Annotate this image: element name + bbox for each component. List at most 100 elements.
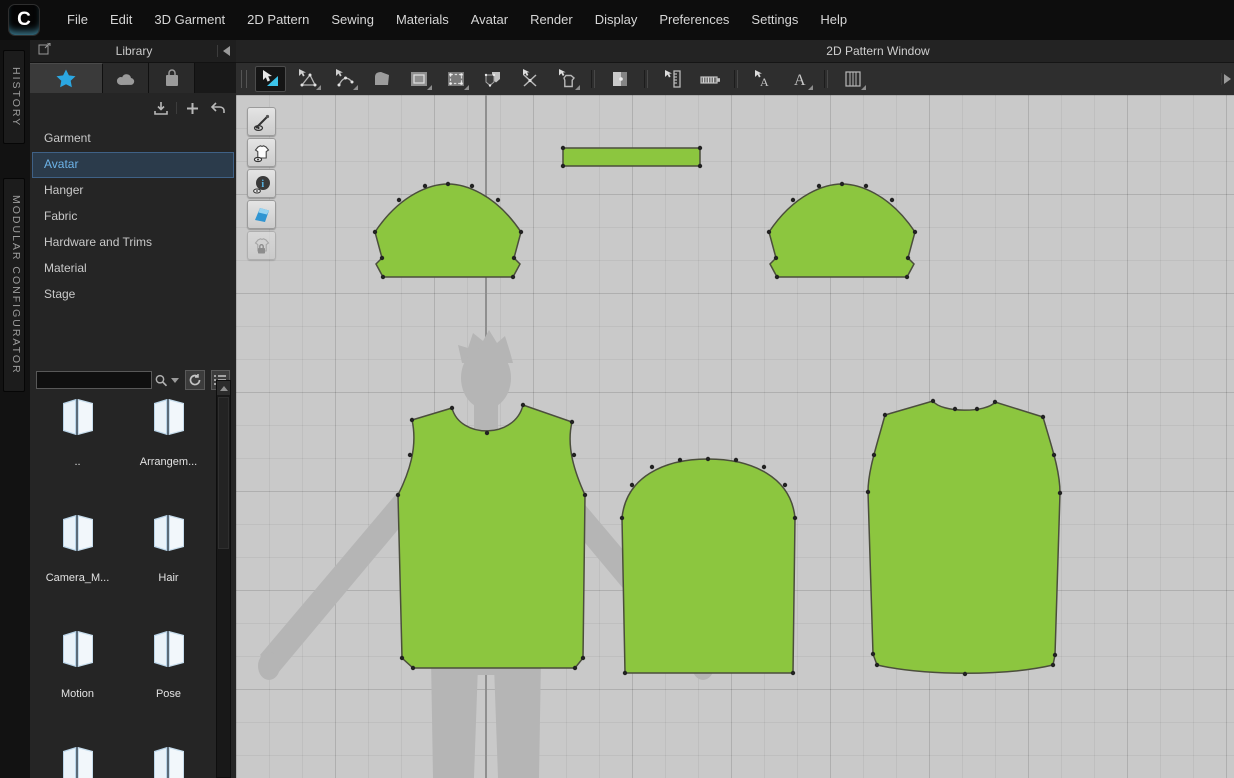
download-button[interactable] xyxy=(151,100,171,117)
menu-sewing[interactable]: Sewing xyxy=(320,0,385,40)
folder-icon xyxy=(62,631,93,667)
show-pattern-mark-button[interactable] xyxy=(247,200,276,229)
menu-2d-pattern[interactable]: 2D Pattern xyxy=(236,0,320,40)
library-scrollbar[interactable] xyxy=(216,380,231,778)
menu-avatar[interactable]: Avatar xyxy=(460,0,519,40)
fold-arrangement-tool-icon[interactable] xyxy=(604,66,635,92)
library-panel: Library Garment Avatar Hanger Fabric Har… xyxy=(30,40,237,778)
folder-icon xyxy=(153,631,184,667)
svg-text:i: i xyxy=(261,179,264,190)
toolbar-handle[interactable] xyxy=(241,70,247,88)
folder-item-motion[interactable]: Motion xyxy=(32,614,123,730)
rectangle-tool-icon[interactable] xyxy=(403,66,434,92)
edit-curvature-tool-icon[interactable] xyxy=(329,66,360,92)
menu-edit[interactable]: Edit xyxy=(99,0,143,40)
folder-item-arrangement[interactable]: Arrangem... xyxy=(123,382,214,498)
menu-preferences[interactable]: Preferences xyxy=(648,0,740,40)
pattern-piece-waistband-strip[interactable] xyxy=(562,147,701,167)
toolbar-overflow[interactable] xyxy=(1221,73,1231,85)
shopping-bag-icon xyxy=(165,69,178,86)
folder-item-hair[interactable]: Hair xyxy=(123,498,214,614)
menu-3d-garment[interactable]: 3D Garment xyxy=(143,0,236,40)
folder-icon xyxy=(62,399,93,435)
folder-label: Motion xyxy=(60,688,95,700)
edit-pattern-tool-icon[interactable] xyxy=(292,66,323,92)
menu-materials[interactable]: Materials xyxy=(385,0,460,40)
tab-cloud[interactable] xyxy=(103,63,149,93)
canvas-display-toolbar: i xyxy=(247,107,276,260)
svg-text:A: A xyxy=(794,72,806,89)
show-information-button[interactable]: i xyxy=(247,169,276,198)
tab-store[interactable] xyxy=(149,63,195,93)
category-hanger[interactable]: Hanger xyxy=(32,178,234,204)
folder-label: Pose xyxy=(155,688,182,700)
category-garment[interactable]: Garment xyxy=(32,126,234,152)
category-material[interactable]: Material xyxy=(32,256,234,282)
dropdown-corner-icon xyxy=(575,85,580,90)
folder-item[interactable] xyxy=(32,730,123,778)
library-folder-grid: .. Arrangem... Camera_M... Hair Motion P… xyxy=(32,382,214,778)
library-category-list: Garment Avatar Hanger Fabric Hardware an… xyxy=(30,121,236,308)
folder-label: Hair xyxy=(158,572,179,584)
collapse-panel-icon[interactable] xyxy=(223,46,230,56)
folder-label: .. xyxy=(74,456,81,468)
library-title: Library xyxy=(115,44,153,58)
category-hardware-and-trims[interactable]: Hardware and Trims xyxy=(32,230,234,256)
annotation-edit-tool-icon[interactable]: A xyxy=(747,66,778,92)
tab-favorites[interactable] xyxy=(30,63,103,93)
menu-help[interactable]: Help xyxy=(809,0,858,40)
grainline-tool-icon[interactable] xyxy=(837,66,868,92)
library-tabs xyxy=(30,63,236,93)
tab-modular-configurator[interactable]: MODULAR CONFIGURATOR xyxy=(3,178,25,392)
pattern-window: 2D Pattern Window A A i xyxy=(236,40,1234,778)
folder-icon xyxy=(153,515,184,551)
pattern-canvas[interactable]: i xyxy=(236,95,1234,778)
notch-tool-icon[interactable] xyxy=(514,66,545,92)
folder-icon xyxy=(153,399,184,435)
divider xyxy=(217,45,218,57)
back-button[interactable] xyxy=(207,100,227,117)
tape-measure-tool-icon[interactable] xyxy=(694,66,725,92)
polygon-internal-tool-icon[interactable] xyxy=(440,66,471,92)
app-logo[interactable]: C xyxy=(8,4,40,36)
pattern-piece-hood-panel[interactable] xyxy=(621,458,796,674)
category-fabric[interactable]: Fabric xyxy=(32,204,234,230)
divider xyxy=(176,102,177,114)
toolbar-separator xyxy=(644,70,648,88)
folder-item-pose[interactable]: Pose xyxy=(123,614,214,730)
pattern-piece-left-sleeve[interactable] xyxy=(374,183,522,278)
folder-item-camera[interactable]: Camera_M... xyxy=(32,498,123,614)
edit-measurement-tool-icon[interactable] xyxy=(657,66,688,92)
toolbar-separator xyxy=(591,70,595,88)
dropdown-corner-icon xyxy=(861,85,866,90)
show-sewing-button[interactable] xyxy=(247,107,276,136)
triangle-up-icon xyxy=(219,385,228,391)
show-silhouette-button[interactable] xyxy=(247,138,276,167)
menu-render[interactable]: Render xyxy=(519,0,584,40)
pattern-piece-front-bodice[interactable] xyxy=(397,404,586,669)
add-button[interactable] xyxy=(182,100,202,117)
library-header: Library xyxy=(30,40,236,63)
scrollbar-thumb[interactable] xyxy=(218,397,229,549)
menu-display[interactable]: Display xyxy=(584,0,649,40)
trace-tool-icon[interactable] xyxy=(551,66,582,92)
folder-item[interactable] xyxy=(123,730,214,778)
pattern-window-titlebar[interactable]: 2D Pattern Window xyxy=(236,40,1234,63)
pattern-pieces xyxy=(372,145,1063,677)
dart-tool-icon[interactable] xyxy=(477,66,508,92)
transform-pattern-tool-icon[interactable] xyxy=(255,66,286,92)
pattern-piece-right-sleeve[interactable] xyxy=(768,183,916,278)
scroll-up-button[interactable] xyxy=(217,381,230,395)
popout-icon[interactable] xyxy=(38,42,51,60)
tab-history[interactable]: HISTORY xyxy=(3,50,25,145)
menu-file[interactable]: File xyxy=(56,0,99,40)
lock-pattern-button[interactable] xyxy=(247,231,276,260)
pattern-piece-back-bodice[interactable] xyxy=(867,400,1061,674)
pattern-annotation-tool-icon[interactable]: A xyxy=(784,66,815,92)
category-stage[interactable]: Stage xyxy=(32,282,234,308)
add-point-tool-icon[interactable] xyxy=(366,66,397,92)
folder-item-up[interactable]: .. xyxy=(32,382,123,498)
category-avatar[interactable]: Avatar xyxy=(32,152,234,178)
menu-settings[interactable]: Settings xyxy=(740,0,809,40)
pattern-window-title: 2D Pattern Window xyxy=(826,44,930,58)
